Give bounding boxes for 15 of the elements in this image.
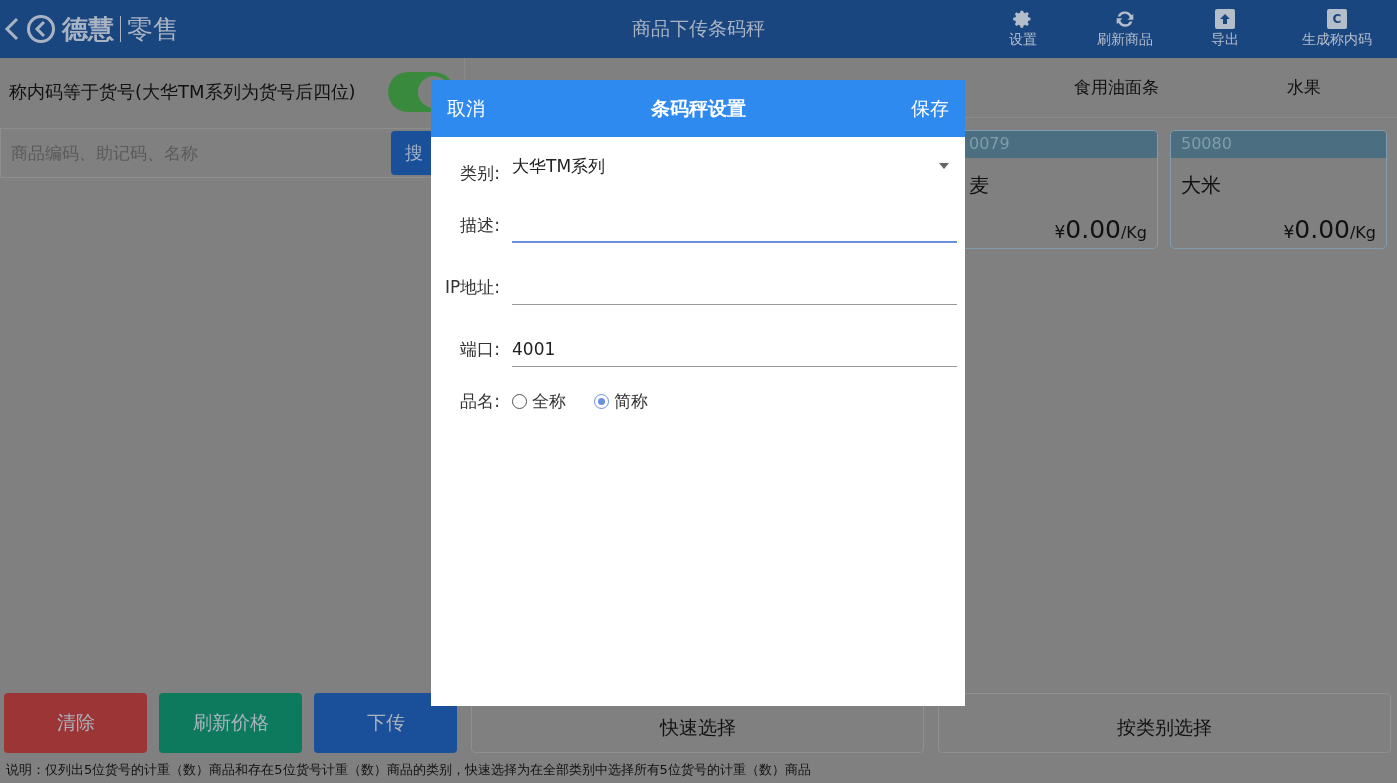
field-label: 端口:	[459, 338, 500, 361]
product-name: 大米	[1180, 172, 1222, 199]
brand-name: 德慧	[62, 12, 114, 46]
product-price: ¥0.00/Kg	[1282, 215, 1377, 246]
toggle-label: 称内码等于货号(大华TM系列为货号后四位)	[9, 80, 356, 104]
field-label: IP地址:	[444, 276, 500, 299]
page-title: 商品下传条码秤	[630, 16, 766, 41]
note-text: 说明：仅列出5位货号的计重（数）商品和存在5位货号计重（数）商品的类别，快速选择为在全部类别中选择所有5位货号的计重（数）商品	[5, 761, 812, 779]
field-label: 品名:	[459, 390, 500, 413]
brand-suffix: 零售	[120, 16, 179, 42]
product-name: 麦	[968, 172, 990, 199]
field-label: 描述:	[459, 214, 500, 237]
letter-icon: C	[1327, 9, 1347, 29]
dialog-title: 条码秤设置	[650, 95, 746, 121]
product-price: ¥0.00/Kg	[1053, 215, 1148, 246]
